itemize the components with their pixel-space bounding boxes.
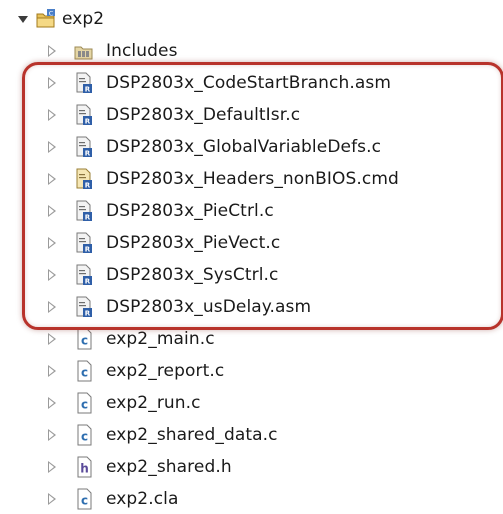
tree-node-file[interactable]: R DSP2803x_usDelay.asm: [0, 292, 503, 322]
collapsed-arrow-icon[interactable]: [48, 45, 56, 57]
tree-item-label: DSP2803x_GlobalVariableDefs.c: [106, 137, 382, 157]
collapsed-arrow-icon[interactable]: [48, 493, 56, 505]
collapsed-arrow-icon[interactable]: [48, 173, 56, 185]
expanded-arrow-icon[interactable]: [18, 16, 28, 23]
svg-text:c: c: [81, 398, 88, 412]
tree-node-file[interactable]: c exp2.cla: [0, 484, 503, 514]
tree-node-file[interactable]: c exp2_main.c: [0, 324, 503, 354]
h-file-icon: h: [77, 456, 92, 478]
c-file-icon: c: [77, 488, 92, 510]
svg-text:R: R: [85, 245, 91, 253]
linked-source-file-icon: R: [76, 232, 92, 253]
svg-text:R: R: [85, 149, 91, 157]
tree-item-label: exp2_report.c: [106, 361, 225, 381]
collapsed-arrow-icon[interactable]: [48, 397, 56, 409]
tree-item-label: DSP2803x_usDelay.asm: [106, 297, 312, 317]
svg-text:R: R: [85, 85, 91, 93]
project-explorer-tree: C exp2 Includes R DSP2803x_CodeStartBran…: [0, 0, 503, 512]
tree-item-label: exp2.cla: [106, 489, 179, 509]
tree-node-includes[interactable]: Includes: [0, 36, 503, 66]
svg-text:c: c: [81, 366, 88, 380]
collapsed-arrow-icon[interactable]: [48, 365, 56, 377]
linked-source-file-icon: R: [76, 72, 92, 93]
svg-text:R: R: [85, 213, 91, 221]
collapsed-arrow-icon[interactable]: [48, 205, 56, 217]
tree-item-label: exp2_main.c: [106, 329, 215, 349]
collapsed-arrow-icon[interactable]: [48, 333, 56, 345]
c-file-icon: c: [77, 360, 92, 382]
tree-item-label: DSP2803x_DefaultIsr.c: [106, 105, 301, 125]
collapsed-arrow-icon[interactable]: [48, 461, 56, 473]
c-file-icon: c: [77, 392, 92, 414]
tree-node-file[interactable]: R DSP2803x_Headers_nonBIOS.cmd: [0, 164, 503, 194]
svg-text:R: R: [85, 277, 91, 285]
tree-node-project[interactable]: C exp2: [0, 4, 503, 34]
tree-node-file[interactable]: R DSP2803x_PieVect.c: [0, 228, 503, 258]
tree-node-file[interactable]: R DSP2803x_DefaultIsr.c: [0, 100, 503, 130]
linked-cmd-file-icon: R: [76, 168, 92, 189]
tree-node-file[interactable]: R DSP2803x_SysCtrl.c: [0, 260, 503, 290]
tree-item-label: DSP2803x_PieVect.c: [106, 233, 281, 253]
tree-node-file[interactable]: R DSP2803x_GlobalVariableDefs.c: [0, 132, 503, 162]
tree-node-file[interactable]: h exp2_shared.h: [0, 452, 503, 482]
linked-source-file-icon: R: [76, 264, 92, 285]
tree-item-label: exp2_shared_data.c: [106, 425, 278, 445]
collapsed-arrow-icon[interactable]: [48, 109, 56, 121]
tree-item-label: DSP2803x_PieCtrl.c: [106, 201, 274, 221]
tree-node-file[interactable]: c exp2_shared_data.c: [0, 420, 503, 450]
linked-source-file-icon: R: [76, 296, 92, 317]
tree-node-file[interactable]: R DSP2803x_PieCtrl.c: [0, 196, 503, 226]
project-folder-icon: C: [36, 9, 55, 28]
linked-source-file-icon: R: [76, 200, 92, 221]
c-file-icon: c: [77, 424, 92, 446]
collapsed-arrow-icon[interactable]: [48, 429, 56, 441]
svg-text:c: c: [81, 494, 88, 508]
tree-item-label: exp2_run.c: [106, 393, 201, 413]
svg-text:c: c: [81, 334, 88, 348]
collapsed-arrow-icon[interactable]: [48, 301, 56, 313]
svg-text:C: C: [49, 9, 54, 17]
svg-text:R: R: [85, 181, 91, 189]
project-label: exp2: [62, 9, 105, 29]
svg-text:c: c: [81, 430, 88, 444]
tree-item-label: Includes: [106, 41, 178, 61]
collapsed-arrow-icon[interactable]: [48, 77, 56, 89]
svg-text:R: R: [85, 309, 91, 317]
collapsed-arrow-icon[interactable]: [48, 269, 56, 281]
tree-item-label: DSP2803x_Headers_nonBIOS.cmd: [106, 169, 399, 189]
tree-node-file[interactable]: c exp2_run.c: [0, 388, 503, 418]
tree-item-label: DSP2803x_SysCtrl.c: [106, 265, 279, 285]
svg-text:h: h: [80, 462, 89, 476]
linked-source-file-icon: R: [76, 104, 92, 125]
tree-item-label: DSP2803x_CodeStartBranch.asm: [106, 73, 392, 93]
includes-folder-icon: [74, 46, 93, 60]
collapsed-arrow-icon[interactable]: [48, 237, 56, 249]
linked-source-file-icon: R: [76, 136, 92, 157]
tree-node-file[interactable]: c exp2_report.c: [0, 356, 503, 386]
tree-node-file[interactable]: R DSP2803x_CodeStartBranch.asm: [0, 68, 503, 98]
collapsed-arrow-icon[interactable]: [48, 141, 56, 153]
c-file-icon: c: [77, 328, 92, 350]
svg-text:R: R: [85, 117, 91, 125]
tree-item-label: exp2_shared.h: [106, 457, 232, 477]
